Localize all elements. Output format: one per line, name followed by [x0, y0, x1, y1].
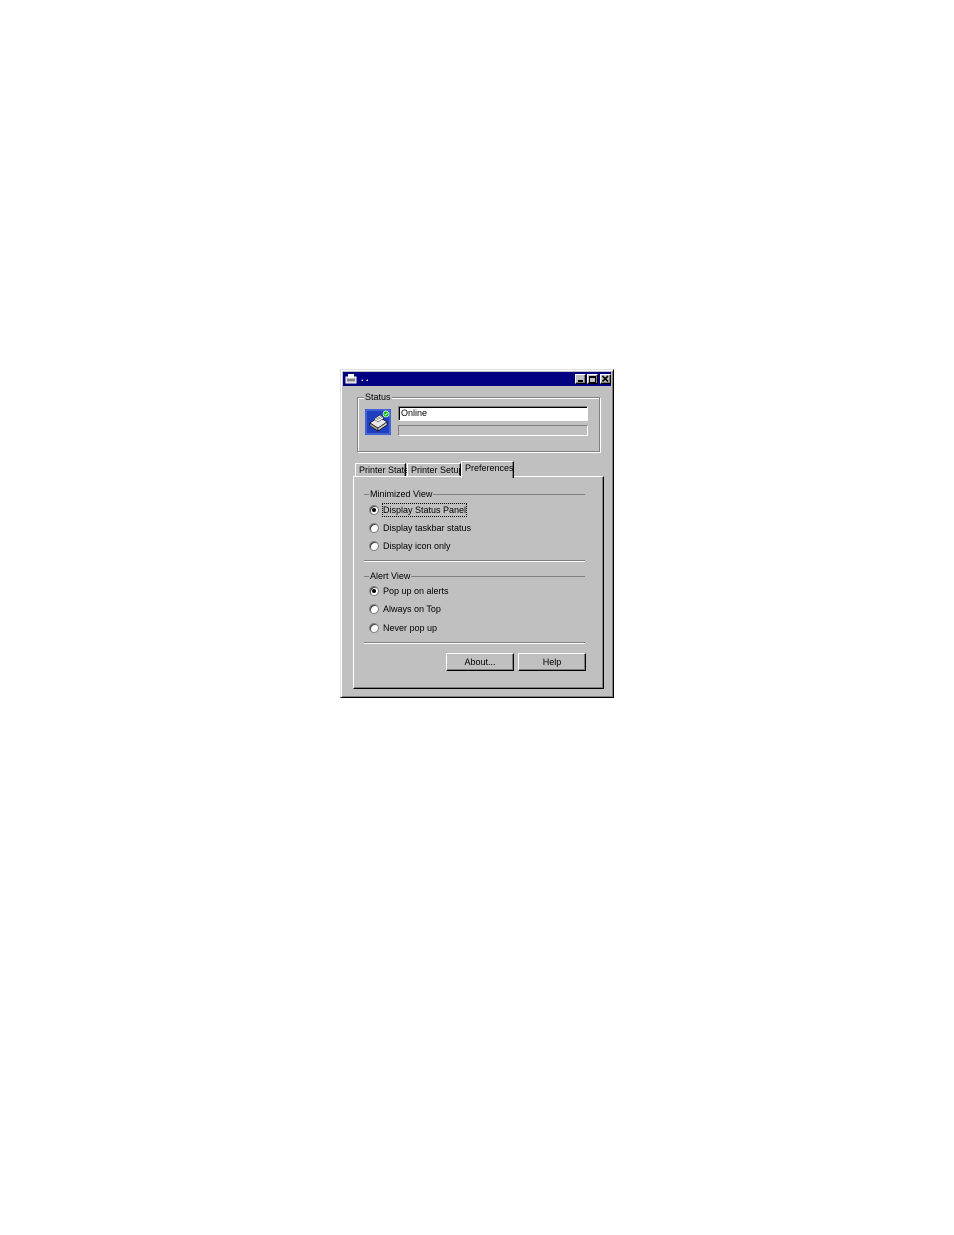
status-progress-bar [398, 425, 588, 436]
status-group: Status Online [357, 391, 600, 452]
close-button[interactable] [600, 374, 611, 384]
radio-button[interactable] [369, 541, 379, 551]
tab-printer-state[interactable]: Printer State [355, 463, 409, 476]
radio-button[interactable] [369, 586, 379, 596]
close-icon [601, 375, 609, 383]
radio-button[interactable] [369, 523, 379, 533]
printer-icon [365, 409, 391, 435]
title-bar[interactable]: . . [343, 372, 611, 386]
printer-app-icon [345, 374, 357, 384]
radio-label: Display icon only [383, 541, 451, 551]
minimized-view-label: Minimized View [369, 488, 434, 500]
minimize-button[interactable] [575, 374, 586, 384]
alert-view-label: Alert View [369, 570, 412, 582]
radio-button[interactable] [369, 623, 379, 633]
radio-label: Display taskbar status [383, 523, 472, 533]
help-button[interactable]: Help [518, 653, 586, 671]
maximize-button[interactable] [587, 374, 598, 384]
radio-label: Always on Top [383, 604, 441, 614]
minimized-view-group: Minimized View Display Status Panel Disp… [364, 488, 585, 561]
radio-label: Never pop up [383, 623, 438, 633]
alert-view-group: Alert View Pop up on alerts Always on To… [364, 570, 585, 643]
printer-status-window: . . Status Online Printer State Printer … [340, 369, 614, 698]
radio-label: Display Status Panel [381, 503, 468, 517]
radio-button[interactable] [369, 505, 379, 515]
radio-label: Pop up on alerts [383, 586, 449, 596]
window-title: . . [361, 373, 369, 383]
about-button[interactable]: About... [446, 653, 514, 671]
tab-printer-setup[interactable]: Printer Setup [407, 463, 464, 476]
status-group-label: Status [364, 391, 392, 403]
radio-button[interactable] [369, 604, 379, 614]
preferences-panel: Minimized View Display Status Panel Disp… [353, 476, 604, 689]
tab-preferences[interactable]: Preferences [461, 461, 514, 478]
status-text-field: Online [398, 406, 588, 421]
